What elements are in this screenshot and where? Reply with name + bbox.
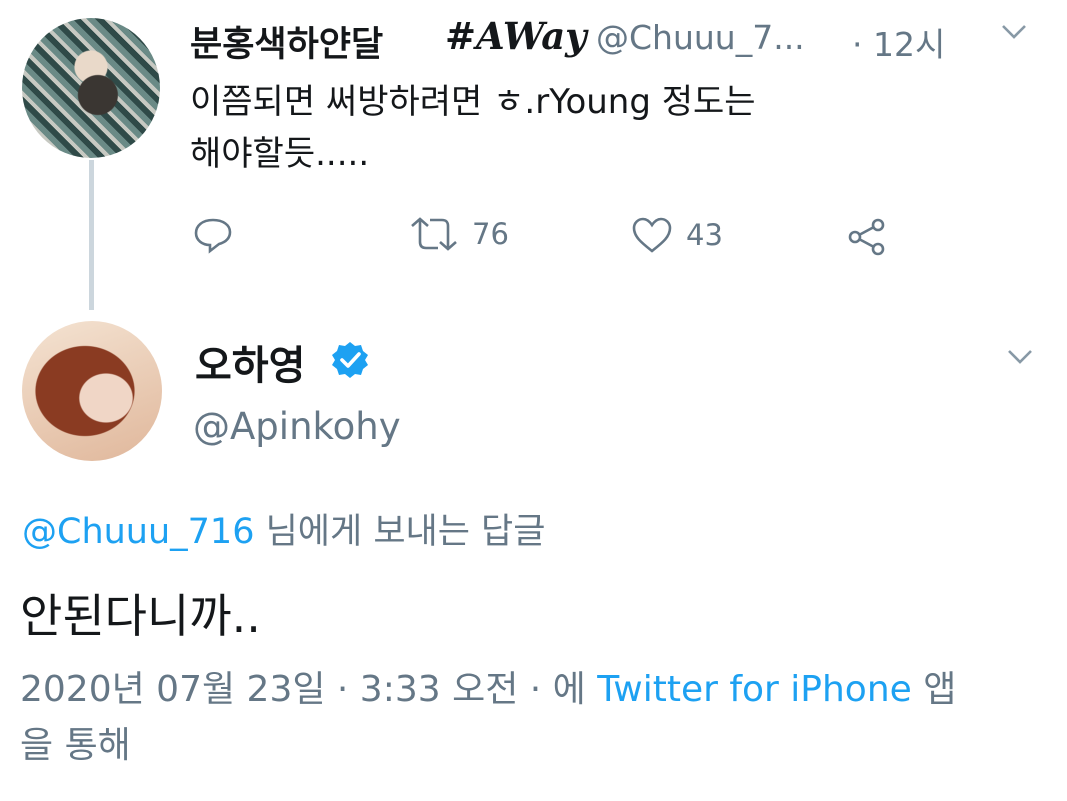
tweet-timestamp[interactable]: · 12시 — [852, 18, 945, 66]
share-button[interactable] — [846, 216, 888, 258]
replying-label: 님에게 보내는 답글 — [254, 512, 546, 552]
thread-line — [89, 160, 94, 310]
replying-to: @Chuuu_716 님에게 보내는 답글 — [22, 503, 545, 554]
share-icon — [848, 218, 885, 256]
display-name[interactable]: 오하영 — [195, 333, 305, 391]
retweet-count: 76 — [472, 217, 509, 251]
reply-icon — [194, 218, 232, 254]
like-button[interactable]: 43 — [630, 216, 723, 254]
like-count: 43 — [686, 218, 723, 252]
user-handle[interactable]: @Chuuu_7... — [596, 18, 805, 57]
chevron-down-icon[interactable] — [1006, 343, 1034, 373]
user-handle[interactable]: @Apinkohy — [193, 405, 401, 448]
reply-button[interactable] — [192, 216, 234, 254]
retweet-icon — [411, 217, 457, 251]
tweet-text: 안된다니까.. — [20, 589, 261, 643]
display-name-hashtag[interactable]: #AWay — [445, 14, 587, 58]
retweet-button[interactable]: 76 — [408, 216, 509, 252]
avatar[interactable] — [22, 18, 160, 158]
tweet-text: 이쯤되면 써방하려면 ㅎ.rYoung 정도는 해야할듯..... — [190, 76, 950, 180]
verified-icon — [332, 342, 368, 378]
tweet-text-line: 해야할듯..... — [190, 134, 370, 174]
tweet-date[interactable]: 2020년 07월 23일 · 3:33 오전 · 에 — [20, 669, 597, 710]
display-name[interactable]: 분홍색하얀달 — [190, 16, 383, 67]
chevron-down-icon[interactable] — [1000, 18, 1028, 48]
like-icon — [632, 217, 672, 253]
source-link[interactable]: Twitter for iPhone — [597, 669, 912, 710]
avatar[interactable] — [22, 321, 162, 461]
tweet-meta: 2020년 07월 23일 · 3:33 오전 · 에 Twitter for … — [20, 662, 980, 774]
mention-link[interactable]: @Chuuu_716 — [22, 512, 254, 552]
tweet-text-line: 이쯤되면 써방하려면 ㅎ.rYoung 정도는 — [190, 82, 756, 122]
